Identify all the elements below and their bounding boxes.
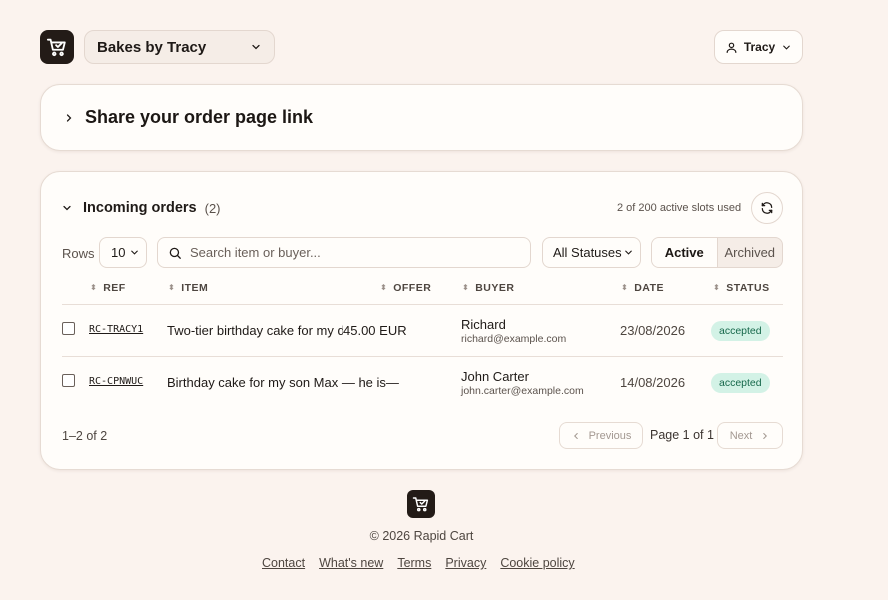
copyright: © 2026 Rapid Cart [369, 529, 474, 543]
footer-link-terms[interactable]: Terms [397, 556, 431, 570]
chevron-down-icon [252, 44, 260, 50]
status-filter-select[interactable]: All Statuses [542, 237, 641, 268]
cart-icon [46, 38, 66, 57]
store-selector[interactable]: Bakes by Tracy [84, 30, 275, 64]
orders-count: (2) [204, 200, 221, 216]
slots-used: 2 of 200 active slots used [617, 202, 742, 214]
cart-icon [412, 497, 429, 512]
column-header-item[interactable]: ⬍ ITEM [168, 282, 208, 294]
rows-label: Rows [62, 246, 95, 261]
chevron-left-icon [573, 432, 578, 439]
divider [62, 356, 783, 357]
chevron-down-icon [625, 250, 632, 255]
sort-icon: ⬍ [380, 283, 388, 292]
footer-links: Contact What's new Terms Privacy Cookie … [262, 556, 575, 570]
footer-link-privacy[interactable]: Privacy [445, 556, 486, 570]
user-menu-button[interactable]: Tracy [714, 30, 803, 64]
buyer-email: john.carter@example.com [461, 385, 584, 397]
row-checkbox[interactable] [62, 322, 75, 335]
user-name: Tracy [743, 40, 776, 54]
rows-value: 10 [111, 245, 126, 260]
footer-link-contact[interactable]: Contact [262, 556, 305, 570]
sort-icon: ⬍ [90, 283, 98, 292]
sort-icon: ⬍ [621, 283, 629, 292]
tab-archived[interactable]: Archived [718, 238, 783, 267]
refresh-icon [761, 202, 773, 214]
buyer-email: richard@example.com [461, 333, 567, 345]
share-link-card[interactable]: Share your order page link [40, 84, 803, 151]
store-name: Bakes by Tracy [97, 38, 207, 56]
refresh-button[interactable] [751, 192, 783, 224]
chevron-down-icon [131, 250, 138, 255]
column-header-offer[interactable]: ⬍ OFFER [380, 282, 431, 294]
chevron-down-icon [783, 45, 790, 50]
orders-header[interactable]: Incoming orders (2) [61, 200, 221, 216]
status-badge: accepted [711, 321, 770, 341]
order-item: Two-tier birthday cake for my daughter [167, 323, 343, 338]
footer-logo [407, 490, 435, 518]
sort-icon: ⬍ [168, 283, 176, 292]
search-icon [169, 247, 181, 259]
column-header-ref[interactable]: ⬍ REF [90, 282, 126, 294]
tab-active[interactable]: Active [652, 238, 718, 267]
order-date: 14/08/2026 [620, 375, 686, 390]
chevron-right-icon [763, 432, 768, 439]
previous-page-button[interactable]: Previous [559, 422, 643, 449]
user-icon [726, 42, 737, 53]
sort-icon: ⬍ [462, 283, 470, 292]
order-ref-link[interactable]: RC-TRACY1 [89, 324, 143, 335]
app-logo[interactable] [40, 30, 74, 64]
column-header-buyer[interactable]: ⬍ BUYER [462, 282, 514, 294]
status-badge: accepted [711, 373, 770, 393]
footer-link-whats-new[interactable]: What's new [319, 556, 383, 570]
chevron-right-icon [66, 113, 72, 122]
incoming-orders-card: Incoming orders (2) 2 of 200 active slot… [40, 171, 803, 470]
status-filter-value: All Statuses [553, 245, 622, 260]
column-header-status[interactable]: ⬍ STATUS [713, 282, 770, 294]
buyer-name: John Carter [461, 369, 529, 384]
active-archived-toggle: Active Archived [651, 237, 783, 268]
page-info: Page 1 of 1 [650, 428, 714, 442]
rows-per-page-select[interactable]: 10 [99, 237, 147, 268]
row-checkbox[interactable] [62, 374, 75, 387]
orders-title: Incoming orders [83, 200, 197, 216]
buyer-name: Richard [461, 317, 506, 332]
search-input[interactable] [190, 245, 510, 260]
footer-link-cookie-policy[interactable]: Cookie policy [500, 556, 574, 570]
divider [62, 304, 783, 305]
share-title: Share your order page link [85, 107, 314, 127]
order-ref-link[interactable]: RC-CPNWUC [89, 376, 143, 387]
column-header-date[interactable]: ⬍ DATE [621, 282, 664, 294]
order-date: 23/08/2026 [620, 323, 686, 338]
next-page-button[interactable]: Next [717, 422, 783, 449]
order-item: Birthday cake for my son Max — he is— [167, 375, 399, 390]
order-offer: 45.00 EUR [343, 323, 407, 338]
chevron-down-icon [63, 205, 71, 211]
sort-icon: ⬍ [713, 283, 721, 292]
result-range: 1–2 of 2 [62, 429, 108, 443]
search-box[interactable] [157, 237, 531, 268]
